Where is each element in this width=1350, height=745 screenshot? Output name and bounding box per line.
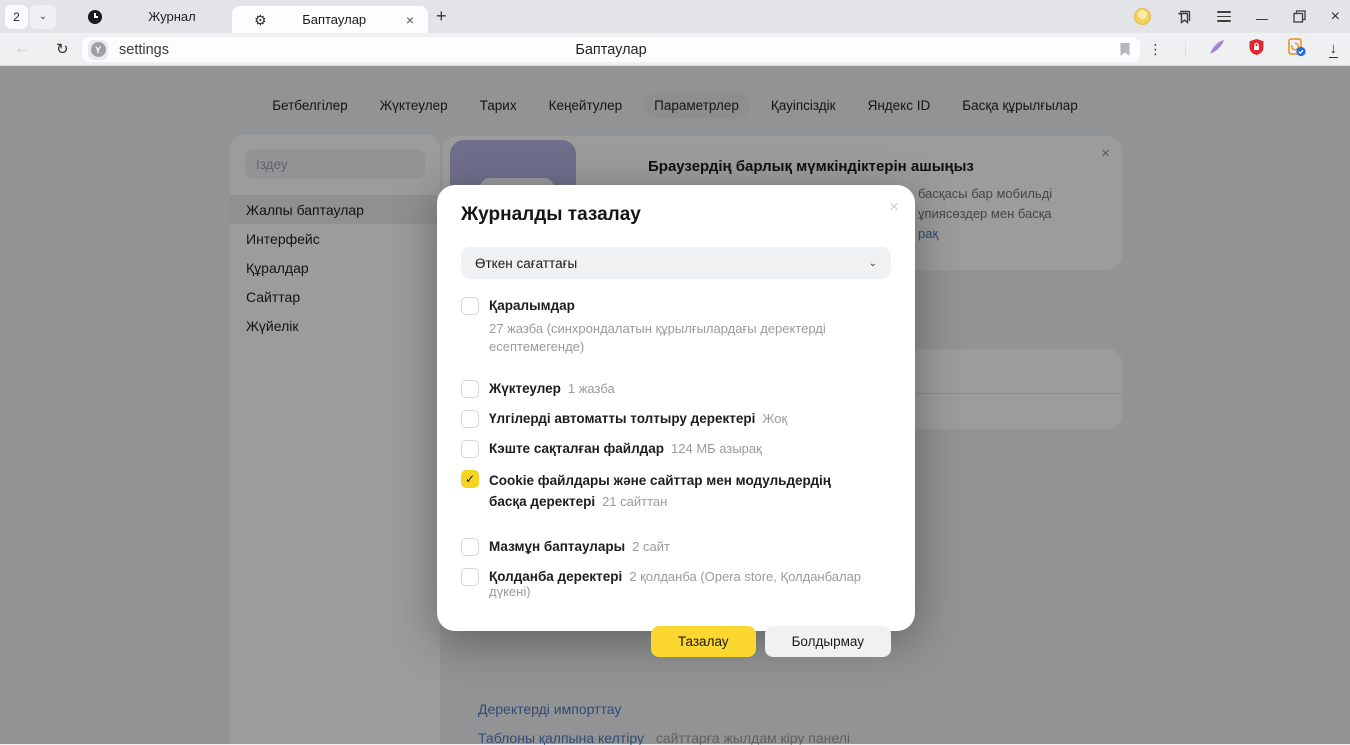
address-page-title: Баптаулар xyxy=(82,42,1140,58)
clear-item-detail: Жоқ xyxy=(762,411,787,426)
clear-item-label: Мазмұн баптаулары xyxy=(489,539,625,554)
bookmarks-panel-icon[interactable] xyxy=(1176,9,1192,25)
clear-item-detail: 21 сайттан xyxy=(602,494,667,509)
page-translate-status-icon[interactable] xyxy=(1287,38,1307,62)
clear-item-detail: 124 МБ азырақ xyxy=(671,441,762,456)
gear-icon: ⚙ xyxy=(254,13,267,27)
clear-item-row[interactable]: Кэште сақталған файлдар 124 МБ азырақ xyxy=(461,441,891,458)
site-badge-icon[interactable]: Y xyxy=(88,40,108,60)
tab-list-chevron-icon[interactable]: ⌄ xyxy=(30,5,56,29)
tab-label: Баптаулар xyxy=(267,12,402,27)
tab-label: Журнал xyxy=(102,9,242,24)
menu-icon[interactable] xyxy=(1217,11,1231,22)
checkbox[interactable] xyxy=(461,470,479,488)
tab-history[interactable]: Журнал xyxy=(74,0,242,33)
checkbox[interactable] xyxy=(461,297,479,315)
tab-settings[interactable]: ⚙ Баптаулар × xyxy=(232,6,428,33)
checkbox[interactable] xyxy=(461,568,479,586)
cancel-button[interactable]: Болдырмау xyxy=(765,626,891,657)
clear-button[interactable]: Тазалау xyxy=(651,626,756,657)
clear-item-row[interactable]: Қаралымдар 27 жазба (синхрондалатын құрыл… xyxy=(461,298,891,355)
feather-editor-icon[interactable] xyxy=(1208,38,1226,61)
tab-counter[interactable]: 2 xyxy=(5,5,28,29)
window-close-button[interactable]: × xyxy=(1331,8,1340,26)
reload-icon[interactable]: ↻ xyxy=(56,40,69,58)
clear-item-detail: 27 жазба (синхрондалатын құрылғылардағы … xyxy=(489,320,891,355)
extensions-kebab-icon[interactable]: ⋮ xyxy=(1149,41,1163,58)
chevron-down-icon: ⌄ xyxy=(869,258,877,269)
window-minimize-button[interactable] xyxy=(1256,19,1268,21)
clear-item-row[interactable]: Үлгілерді автоматты толтыру деректері Жоқ xyxy=(461,411,891,428)
clock-icon xyxy=(88,10,102,24)
new-tab-button[interactable]: + xyxy=(436,6,447,27)
back-icon[interactable]: ← xyxy=(14,40,30,58)
bookmark-icon[interactable] xyxy=(1118,42,1132,62)
clear-item-label: Жүктеулер xyxy=(489,381,561,396)
dialog-title: Журналды тазалау xyxy=(461,204,891,226)
clear-item-row[interactable]: Cookie файлдары және сайттар мен модульд… xyxy=(461,471,891,513)
download-icon[interactable]: ↓ xyxy=(1329,41,1339,58)
protect-shield-icon[interactable] xyxy=(1248,38,1265,61)
checkbox[interactable] xyxy=(461,410,479,428)
url-text[interactable]: settings xyxy=(119,42,169,58)
address-bar: ← ↻ Y settings Баптаулар ⋮ ↓ xyxy=(0,33,1350,66)
url-field[interactable]: Y settings Баптаулар xyxy=(82,37,1140,62)
clear-item-detail: 2 сайт xyxy=(632,539,670,554)
clear-history-dialog: × Журналды тазалау Өткен сағаттағы ⌄ Қар… xyxy=(437,185,915,631)
clear-item-label: Қолданба деректері xyxy=(489,569,622,584)
profile-avatar[interactable] xyxy=(1134,8,1151,25)
browser-tab-strip: 2 ⌄ Журнал ⚙ Баптаулар × + × xyxy=(0,0,1350,33)
clear-items: Қаралымдар 27 жазба (синхрондалатын құрыл… xyxy=(461,298,891,599)
clear-item-label: Кэште сақталған файлдар xyxy=(489,441,664,456)
clear-item-label: Қаралымдар xyxy=(489,298,575,313)
period-select[interactable]: Өткен сағаттағы ⌄ xyxy=(461,247,891,279)
checkbox[interactable] xyxy=(461,380,479,398)
dialog-close-icon[interactable]: × xyxy=(889,197,899,217)
clear-item-label: Үлгілерді автоматты толтыру деректері xyxy=(489,411,755,426)
divider xyxy=(1185,42,1186,58)
tab-close-icon[interactable]: × xyxy=(402,12,418,28)
period-value: Өткен сағаттағы xyxy=(475,256,577,271)
clear-item-row[interactable]: Жүктеулер 1 жазба xyxy=(461,381,891,398)
clear-item-detail: 1 жазба xyxy=(568,381,615,396)
checkbox[interactable] xyxy=(461,538,479,556)
clear-item-row[interactable]: Қолданба деректері2 қолданба (Opera stor… xyxy=(461,569,891,599)
clear-item-row[interactable]: Мазмұн баптаулары 2 сайт xyxy=(461,539,891,556)
checkbox[interactable] xyxy=(461,440,479,458)
window-maximize-button[interactable] xyxy=(1293,10,1306,23)
